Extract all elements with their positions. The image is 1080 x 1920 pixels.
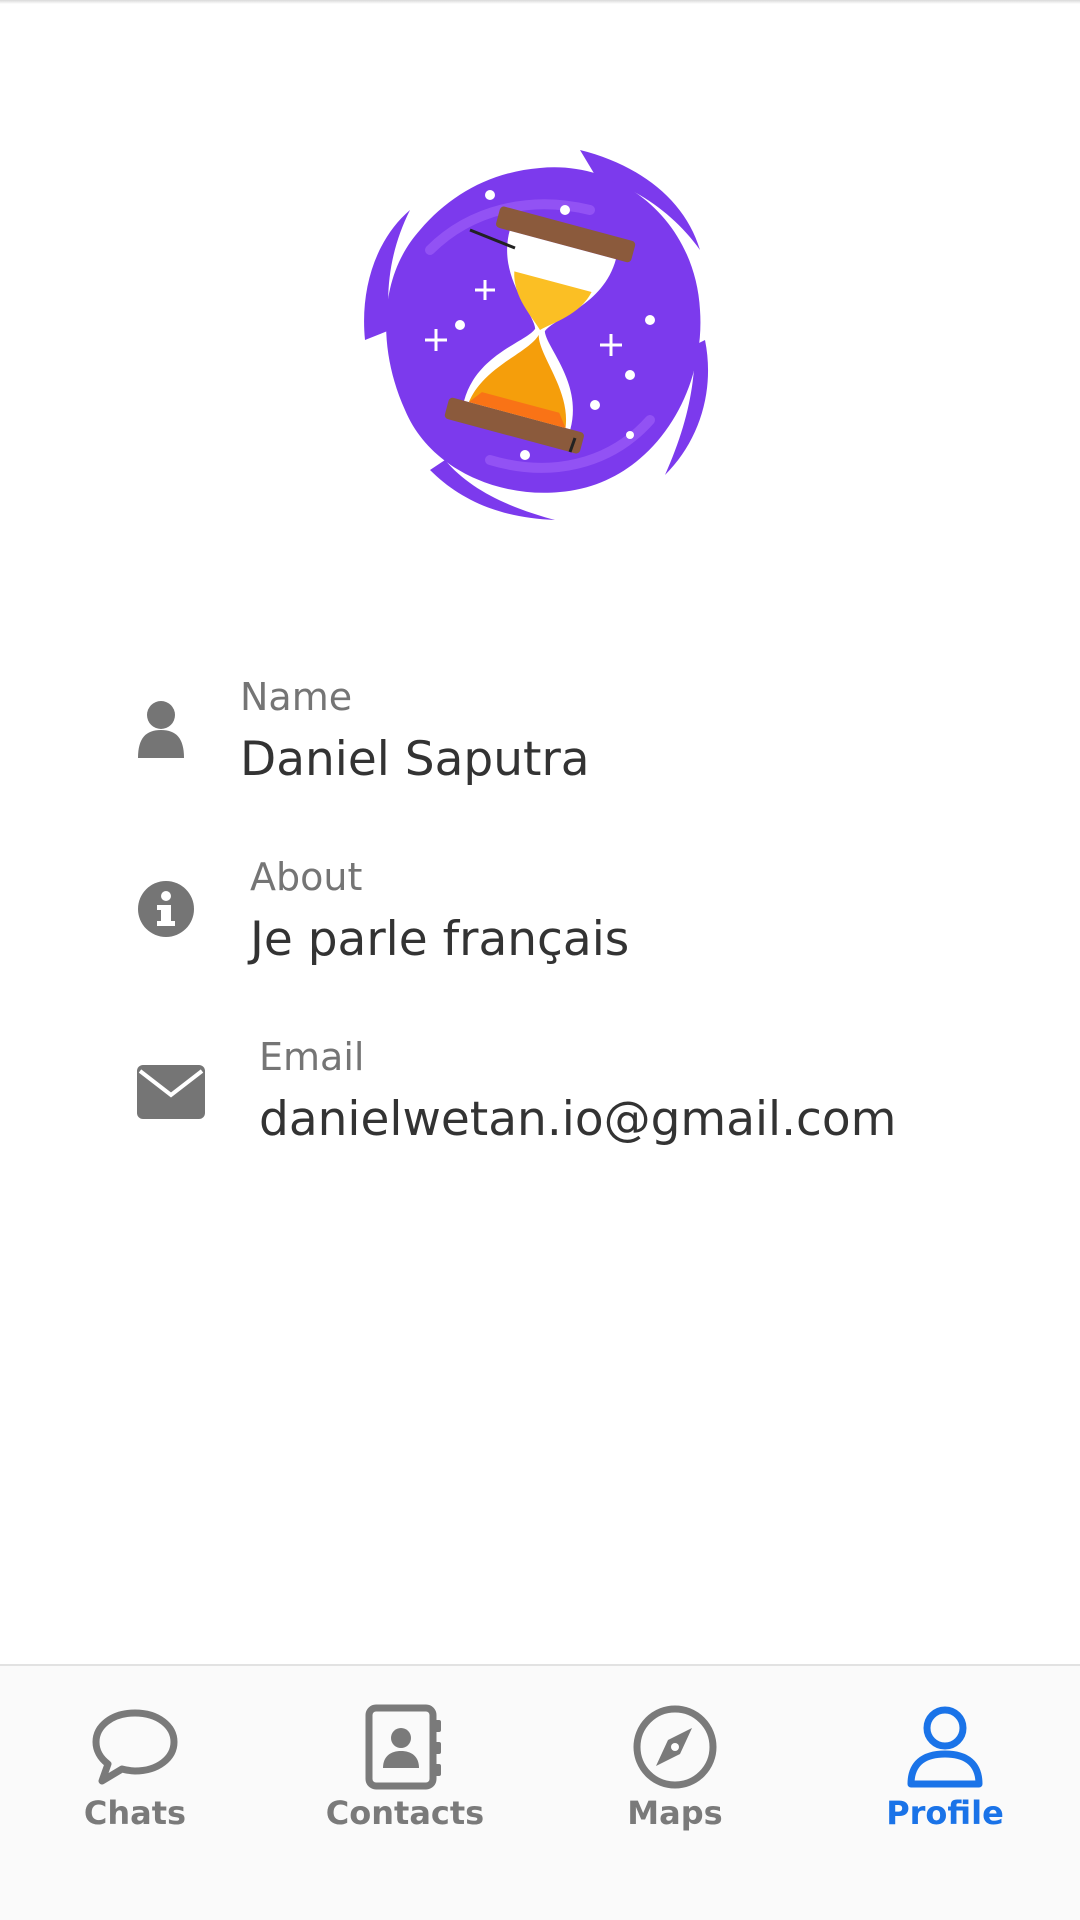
email-label: Email [259, 1035, 365, 1079]
nav-maps-label: Maps [627, 1794, 723, 1832]
nav-profile-label: Profile [886, 1794, 1004, 1832]
email-value: danielwetan.io@gmail.com [259, 1092, 897, 1147]
nav-contacts-label: Contacts [325, 1794, 485, 1832]
hourglass-galaxy-icon [364, 150, 709, 520]
profile-name-row[interactable]: Name Daniel Saputra [0, 670, 1080, 800]
profile-screen: Name Daniel Saputra About Je parle franç… [0, 0, 1080, 1920]
chat-bubble-icon [85, 1702, 185, 1792]
name-value: Daniel Saputra [240, 732, 590, 787]
compass-icon [625, 1702, 725, 1792]
nav-chats[interactable]: Chats [15, 1702, 255, 1852]
profile-about-row[interactable]: About Je parle français [0, 850, 1080, 980]
address-book-icon [355, 1702, 455, 1792]
info-icon [137, 880, 195, 938]
about-value: Je parle français [250, 912, 630, 967]
envelope-icon [136, 1064, 206, 1120]
nav-contacts[interactable]: Contacts [285, 1702, 525, 1852]
name-label: Name [240, 675, 353, 719]
bottom-navigation: Chats Contacts Maps Profile [0, 1664, 1080, 1920]
user-outline-icon [895, 1702, 995, 1792]
about-label: About [250, 855, 363, 899]
nav-chats-label: Chats [83, 1794, 187, 1832]
nav-profile[interactable]: Profile [825, 1702, 1065, 1852]
top-bar-shadow [0, 0, 1080, 4]
nav-maps[interactable]: Maps [555, 1702, 795, 1852]
person-icon [134, 700, 188, 760]
profile-email-row[interactable]: Email danielwetan.io@gmail.com [0, 1030, 1080, 1160]
profile-avatar[interactable] [350, 140, 730, 520]
